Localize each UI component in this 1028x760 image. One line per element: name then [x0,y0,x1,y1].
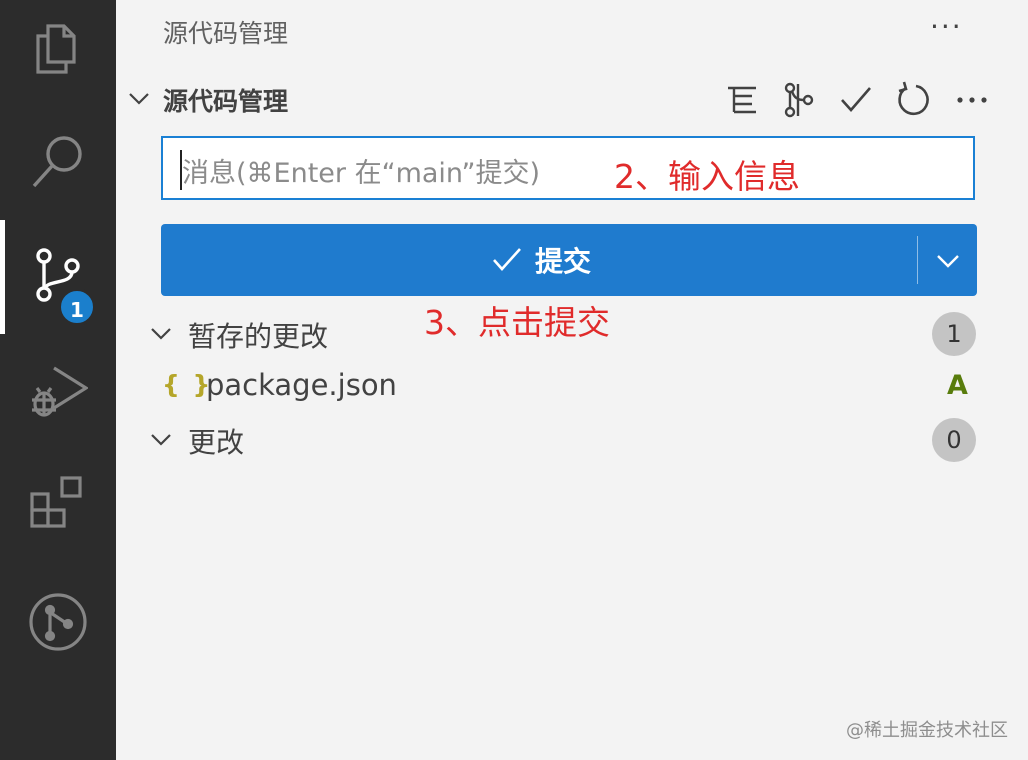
source-control-badge: 1 [58,288,96,326]
json-file-icon: { } [162,370,213,399]
staged-changes-label: 暂存的更改 [188,320,329,353]
run-debug-icon [32,366,88,417]
file-status: A [947,370,968,401]
commit-button[interactable]: 提交 [161,224,917,296]
section-title: 源代码管理 [163,87,289,116]
activity-extensions[interactable] [0,440,116,550]
chevron-down-icon [937,255,959,268]
branch-compare-icon [784,82,814,118]
more-actions-button[interactable]: ··· [930,10,963,43]
chevron-down-icon [129,93,149,105]
commit-button-label: 提交 [535,245,592,278]
changes-label: 更改 [188,426,245,459]
commit-message-input[interactable]: 消息(⌘Enter 在“main”提交) [161,136,975,200]
commit-toolbar-button[interactable] [836,80,876,120]
annotation-input-note: 2、输入信息 [614,157,800,196]
files-icon [36,24,76,74]
chevron-down-icon [151,434,171,446]
staged-count-badge: 1 [932,312,976,356]
watermark: @稀土掘金技术社区 [846,720,1008,741]
view-as-tree-button[interactable] [722,80,762,120]
sidebar-title: 源代码管理 [163,19,289,48]
check-icon [841,87,871,112]
changes-group[interactable]: 更改 0 [116,414,1028,466]
list-item[interactable]: { } package.json A [116,364,1028,412]
activity-bar: 1 [0,0,116,760]
refresh-icon [898,81,929,116]
staged-changes-group[interactable]: 暂存的更改 1 [116,308,1028,360]
check-icon [493,248,521,271]
extensions-icon [30,476,82,528]
activity-source-control[interactable]: 1 [0,220,116,330]
section-more-button[interactable] [952,80,992,120]
git-graph-icon [29,593,87,651]
refresh-button[interactable] [894,80,934,120]
changes-count-badge: 0 [932,418,976,462]
section-header[interactable]: 源代码管理 [116,78,1028,122]
commit-button-group: 提交 [161,224,977,296]
activity-explorer[interactable] [0,0,116,110]
commit-dropdown-button[interactable] [918,224,977,296]
activity-search[interactable] [0,110,116,220]
activity-git-graph[interactable] [0,560,116,670]
commit-message-placeholder: 消息(⌘Enter 在“main”提交) [182,158,541,189]
file-name: package.json [206,368,397,402]
tree-view-icon [728,86,756,114]
activity-run-debug[interactable] [0,330,116,440]
chevron-down-icon [151,328,171,340]
more-icon [957,97,987,103]
compare-branch-button[interactable] [778,80,818,120]
search-icon [32,136,82,188]
